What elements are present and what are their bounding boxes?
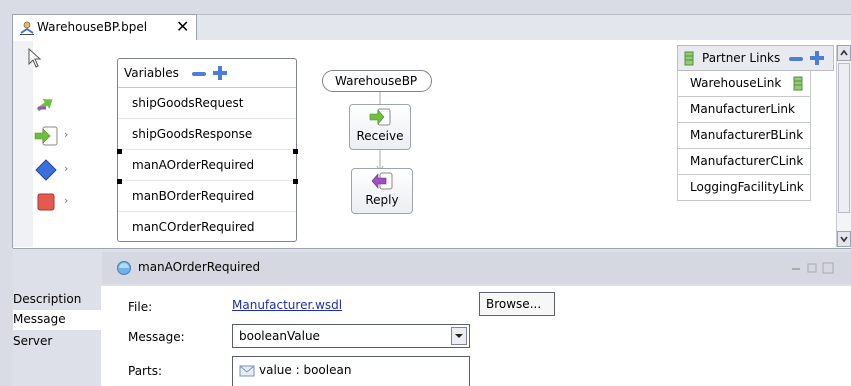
tab-label: Description [13,292,82,306]
properties-title: manAOrderRequired [138,260,261,274]
tab-warehousebp-bpel[interactable]: WarehouseBP.bpel ✕ [12,14,197,40]
variable-icon [117,261,131,275]
message-label: Message: [128,330,185,344]
partner-links-header: Partner Links [677,45,834,71]
reply-icon [371,172,393,190]
tab-label: Message [13,312,66,326]
activity-label: Receive [356,129,404,143]
selection-handle[interactable] [293,179,298,184]
partner-link-name: ManufacturerLink [690,102,795,116]
partner-link-item[interactable]: WarehouseLink [677,71,811,97]
palette-strip [13,41,33,247]
part-value: value : boolean [259,363,352,377]
tab-label: Server [13,334,53,348]
bpel-file-icon [20,21,34,35]
diamond-icon [35,159,57,181]
parts-label: Parts: [128,364,162,378]
receive-icon [34,126,58,146]
variables-title: Variables [124,66,179,80]
select-cursor-icon[interactable] [26,47,44,69]
remove-partner-link-icon[interactable] [789,57,803,61]
restore-icon[interactable] [806,262,818,274]
partner-link-item[interactable]: ManufacturerLink [677,97,811,123]
add-partner-link-icon[interactable] [809,50,825,66]
close-icon[interactable]: ✕ [176,17,189,36]
partner-link-icon [793,76,803,91]
variable-name: manCOrderRequired [132,220,255,234]
partner-link-icon [684,51,694,66]
chevron-down-icon [840,236,848,243]
receive-activity[interactable]: Receive [349,104,411,150]
variable-row[interactable]: manCOrderRequired [118,212,296,242]
vertical-scrollbar[interactable] [836,45,851,247]
palette-fault-tool[interactable]: › [34,190,82,214]
variable-row[interactable]: shipGoodsResponse [118,119,296,150]
variable-name: shipGoodsResponse [132,127,253,141]
partner-link-item[interactable]: ManufacturerBLink [677,123,811,149]
variable-row[interactable]: manBOrderRequired [118,181,296,212]
variables-header: Variables [118,59,296,88]
variable-row-selected[interactable]: manAOrderRequired [118,150,296,181]
selection-handle[interactable] [117,149,122,154]
partner-link-name: WarehouseLink [690,76,782,90]
tab-label: WarehouseBP.bpel [37,20,148,34]
palette-structured-tool[interactable]: › [34,158,82,182]
file-link[interactable]: Manufacturer.wsdl [232,298,342,312]
partner-link-name: ManufacturerCLink [690,154,804,168]
dropdown-button[interactable] [451,327,467,345]
message-part-icon [239,365,255,377]
partner-link-name: LoggingFacilityLink [690,180,804,194]
browse-label: Browse... [486,297,542,311]
palette-assign-tool[interactable] [34,92,82,116]
file-label: File: [128,300,153,314]
partner-link-name: ManufacturerBLink [690,128,804,142]
activity-label: Reply [365,193,399,207]
scroll-thumb[interactable] [838,63,850,213]
chevron-up-icon [840,49,848,56]
scroll-down-button[interactable] [837,231,851,247]
reply-activity[interactable]: Reply [351,168,413,214]
receive-icon [369,108,391,126]
palette-receive-tool[interactable]: › [34,124,82,148]
properties-title-bar: manAOrderRequired [102,252,851,284]
remove-variable-icon[interactable] [192,72,206,76]
chevron-right-icon: › [64,162,69,175]
partner-links-title: Partner Links [702,51,781,65]
scroll-up-button[interactable] [837,45,851,61]
selection-handle[interactable] [293,149,298,154]
minimize-icon[interactable] [790,262,802,274]
assign-icon [36,99,53,112]
variables-box[interactable]: Variables shipGoodsRequest shipGoodsResp… [117,58,297,242]
parts-list[interactable]: value : boolean [232,356,470,386]
message-value: booleanValue [239,329,320,343]
variable-name: manBOrderRequired [132,189,255,203]
properties-content [101,286,851,386]
process-name-badge[interactable]: WarehouseBP [322,70,432,92]
chevron-down-icon [455,334,463,338]
selection-handle[interactable] [117,179,122,184]
tab-server[interactable]: Server [13,332,99,352]
message-select[interactable]: booleanValue [232,324,470,348]
partner-link-item[interactable]: ManufacturerCLink [677,149,811,175]
maximize-icon[interactable] [822,262,834,274]
tab-message[interactable]: Message [13,310,101,330]
partner-link-item[interactable]: LoggingFacilityLink [677,175,811,201]
fault-square-icon [37,193,55,211]
browse-button[interactable]: Browse... [479,292,555,316]
variable-name: manAOrderRequired [132,158,255,172]
variable-name: shipGoodsRequest [132,96,244,110]
chevron-right-icon: › [64,194,69,207]
variable-row[interactable]: shipGoodsRequest [118,88,296,119]
tab-description[interactable]: Description [13,290,99,310]
process-name: WarehouseBP [335,74,418,88]
chevron-right-icon: › [64,128,69,141]
add-variable-icon[interactable] [212,65,228,81]
